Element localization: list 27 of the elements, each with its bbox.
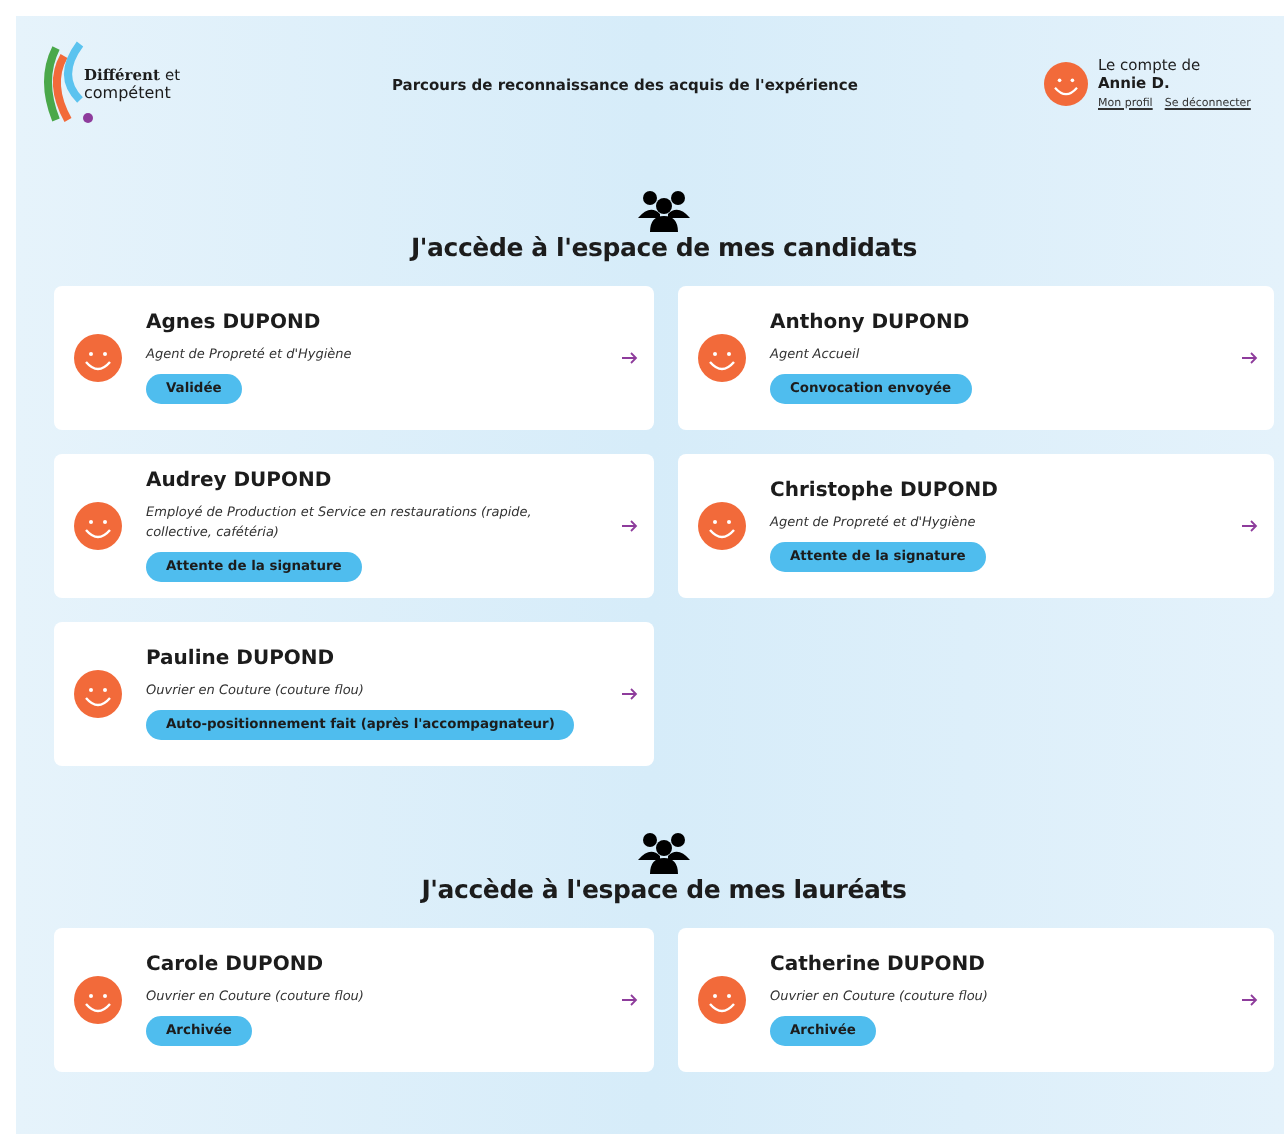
person-name: Christophe DUPOND xyxy=(770,480,998,502)
arrow-icon[interactable] xyxy=(622,994,638,1006)
person-name: Pauline DUPOND xyxy=(146,648,335,670)
section-title: J'accède à l'espace de mes lauréats xyxy=(421,874,907,904)
smiley-avatar-icon xyxy=(74,670,122,718)
person-name: Agnes DUPOND xyxy=(146,312,321,334)
logo-text: compétent xyxy=(84,84,173,102)
person-name: Audrey DUPOND xyxy=(146,470,332,492)
smiley-avatar-icon xyxy=(698,334,746,382)
smiley-avatar-icon xyxy=(698,502,746,550)
person-name: Catherine DUPOND xyxy=(770,954,985,976)
group-icon xyxy=(634,188,694,232)
group-icon xyxy=(634,830,694,874)
arrow-icon[interactable] xyxy=(622,352,638,364)
smiley-avatar-icon xyxy=(698,976,746,1024)
smiley-avatar-icon xyxy=(74,502,122,550)
arrow-icon[interactable] xyxy=(1242,352,1258,364)
smiley-avatar-icon xyxy=(1044,62,1088,106)
section-title: J'accède à l'espace de mes candidats xyxy=(410,232,918,262)
arrow-icon[interactable] xyxy=(1242,520,1258,532)
person-name: Carole DUPOND xyxy=(146,954,324,976)
arrow-icon[interactable] xyxy=(1242,994,1258,1006)
smiley-avatar-icon xyxy=(74,976,122,1024)
arrow-icon[interactable] xyxy=(622,688,638,700)
smiley-avatar-icon xyxy=(74,334,122,382)
person-name: Anthony DUPOND xyxy=(770,312,970,334)
arrow-icon[interactable] xyxy=(622,520,638,532)
